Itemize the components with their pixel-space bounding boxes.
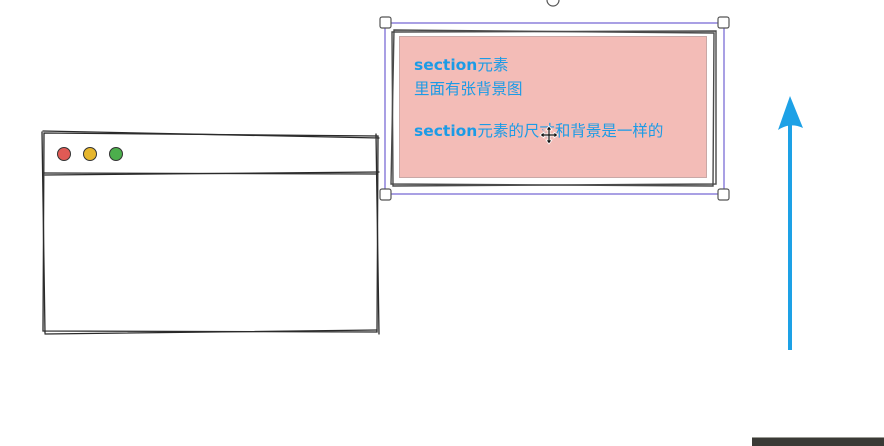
resize-handle-top-left[interactable]	[379, 16, 392, 29]
move-cursor-icon	[539, 125, 559, 145]
resize-handle-bottom-right[interactable]	[717, 188, 730, 201]
note-blank-line	[414, 101, 696, 119]
close-traffic-light	[57, 147, 71, 161]
note-line-2: 里面有张背景图	[414, 80, 523, 98]
minimize-traffic-light	[83, 147, 97, 161]
browser-window-sketch[interactable]	[41, 130, 380, 335]
note-line-1: section元素	[414, 53, 696, 77]
note-line-3-rest: 元素的尺寸和背景是一样的	[477, 122, 664, 140]
up-arrow-icon[interactable]	[778, 96, 803, 350]
resize-handle-top-right[interactable]	[717, 16, 730, 29]
resize-handle-bottom-left[interactable]	[379, 188, 392, 201]
note-line-1-bold: section	[414, 56, 478, 74]
bottom-right-panel-edge	[752, 437, 884, 446]
drawing-canvas[interactable]: section元素 里面有张背景图 section元素的尺寸和背景是一样的	[0, 0, 884, 446]
section-note[interactable]: section元素 里面有张背景图 section元素的尺寸和背景是一样的	[399, 36, 707, 178]
note-line-3-bold: section	[414, 122, 478, 140]
note-line-1-rest: 元素	[477, 56, 509, 74]
rotate-handle-icon[interactable]	[546, 0, 560, 7]
maximize-traffic-light	[109, 147, 123, 161]
